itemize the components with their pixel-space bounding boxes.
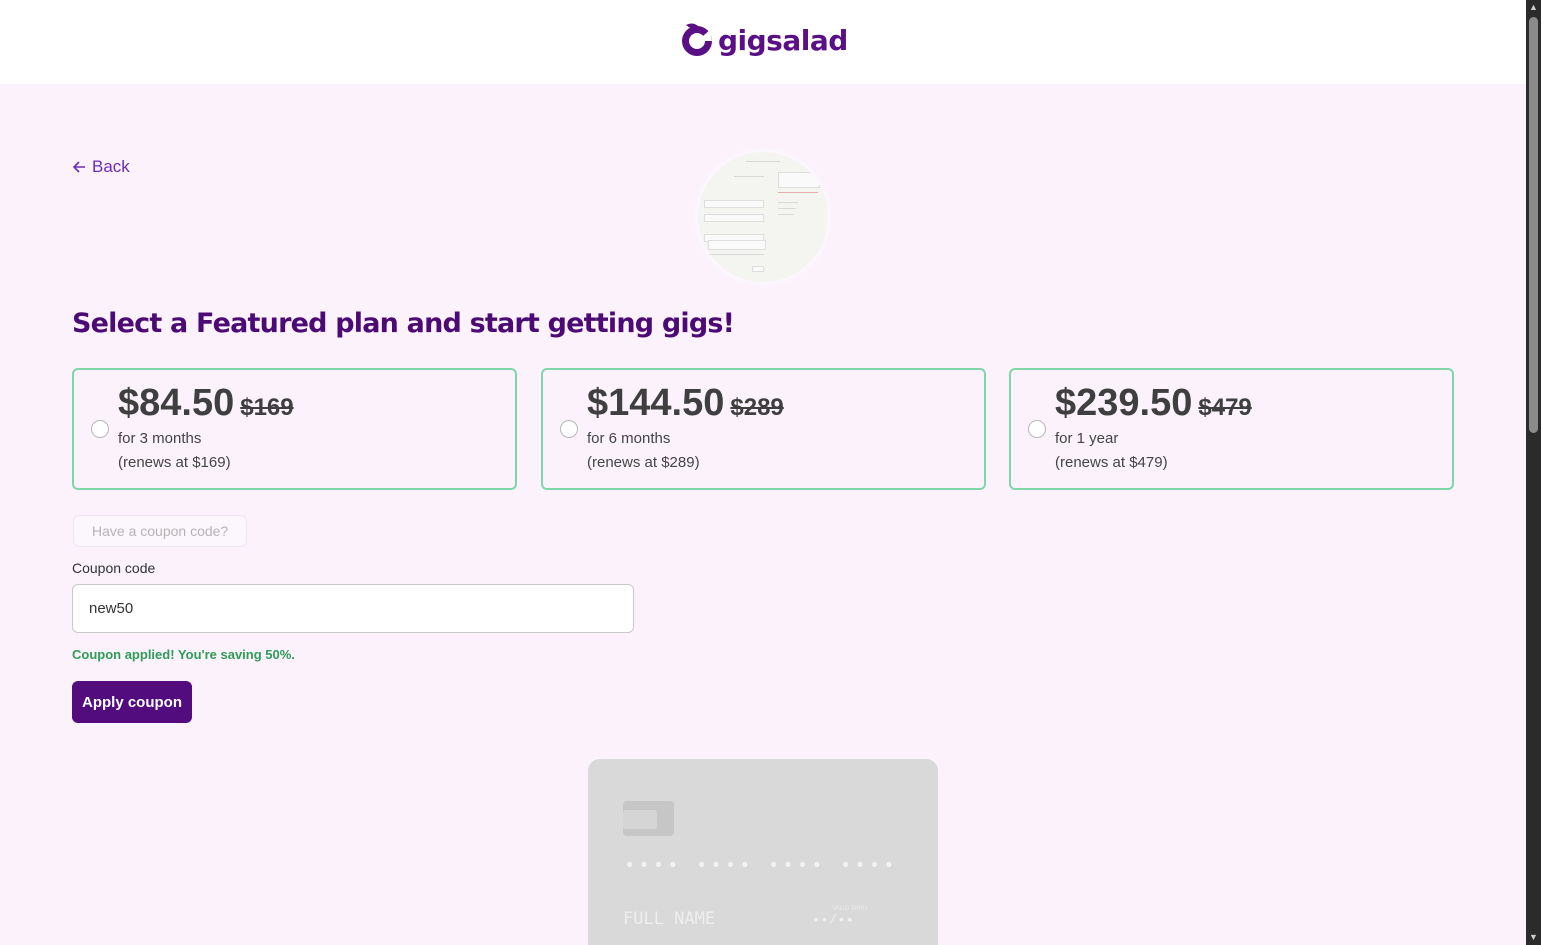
plan-original-price: $479 bbox=[1198, 394, 1252, 421]
scroll-up-icon[interactable]: ▲ bbox=[1526, 0, 1541, 15]
plan-term: for 3 months bbox=[118, 430, 202, 447]
plan-option-6-months[interactable]: $144.50 $289 for 6 months (renews at $289… bbox=[541, 368, 986, 490]
card-name-placeholder: FULL NAME bbox=[623, 909, 716, 929]
gigsalad-logo-icon bbox=[682, 23, 712, 56]
plan-renewal: (renews at $479) bbox=[1055, 454, 1168, 471]
plan-price: $239.50 $479 bbox=[1055, 382, 1252, 424]
plan-option-3-months[interactable]: $84.50 $169 for 3 months (renews at $169) bbox=[72, 368, 517, 490]
coupon-success-message: Coupon applied! You're saving 50%. bbox=[72, 647, 295, 662]
gigsalad-logo[interactable]: gigsalad bbox=[680, 22, 848, 58]
card-expiry-label: VALID THRU bbox=[832, 906, 868, 912]
plan-price: $84.50 $169 bbox=[118, 382, 294, 424]
card-number-placeholder: •••• •••• •••• •••• bbox=[624, 855, 898, 877]
logo-wordmark: gigsalad bbox=[718, 23, 848, 57]
plan-term: for 6 months bbox=[587, 430, 671, 447]
card-expiry-placeholder: ••/•• bbox=[812, 913, 855, 929]
arrow-left-icon bbox=[72, 161, 85, 173]
card-chip-icon bbox=[623, 801, 674, 836]
plan-original-price: $289 bbox=[730, 394, 784, 421]
plan-option-1-year[interactable]: $239.50 $479 for 1 year (renews at $479) bbox=[1009, 368, 1454, 490]
coupon-toggle-button[interactable]: Have a coupon code? bbox=[73, 515, 248, 547]
plan-radio[interactable] bbox=[560, 420, 578, 438]
profile-preview-image bbox=[698, 152, 828, 282]
page-title: Select a Featured plan and start getting… bbox=[72, 308, 735, 339]
plan-original-price: $169 bbox=[240, 394, 294, 421]
plan-renewal: (renews at $289) bbox=[587, 454, 700, 471]
scroll-down-icon[interactable]: ▼ bbox=[1526, 930, 1541, 945]
plan-radio[interactable] bbox=[1028, 420, 1046, 438]
credit-card-preview: •••• •••• •••• •••• FULL NAME VALID THRU… bbox=[588, 759, 938, 945]
scrollbar-thumb[interactable] bbox=[1529, 17, 1538, 433]
page-scrollbar[interactable]: ▲ ▼ bbox=[1526, 0, 1541, 945]
site-header: gigsalad bbox=[0, 0, 1526, 84]
back-link-label: Back bbox=[92, 157, 130, 176]
plan-price: $144.50 $289 bbox=[587, 382, 784, 424]
back-link[interactable]: Back bbox=[72, 157, 130, 177]
plan-term: for 1 year bbox=[1055, 430, 1119, 447]
coupon-code-label: Coupon code bbox=[72, 560, 156, 576]
apply-coupon-button[interactable]: Apply coupon bbox=[72, 681, 192, 723]
coupon-code-input[interactable] bbox=[72, 584, 634, 633]
plan-renewal: (renews at $169) bbox=[118, 454, 231, 471]
plan-radio[interactable] bbox=[91, 420, 109, 438]
